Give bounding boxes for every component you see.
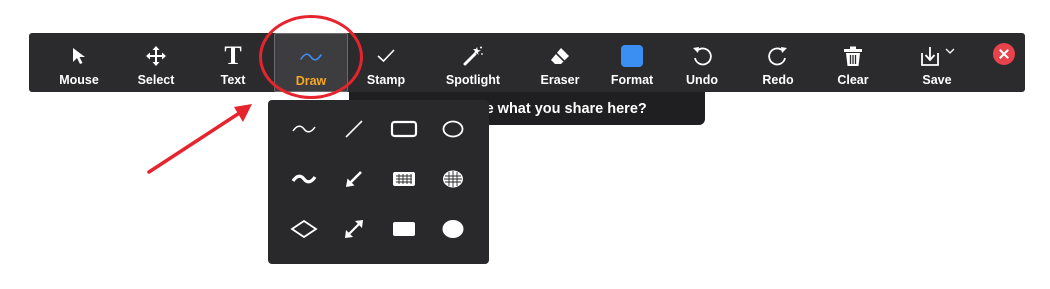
checkmark-icon xyxy=(377,49,395,63)
format-tool-button[interactable]: Format xyxy=(607,33,657,92)
draw-options-panel xyxy=(268,100,489,264)
mouse-tool-button[interactable]: Mouse xyxy=(59,33,99,92)
magic-wand-icon xyxy=(463,46,483,66)
move-icon xyxy=(146,46,166,66)
draw-tool-button[interactable]: Draw xyxy=(274,33,348,92)
mouse-tool-label: Mouse xyxy=(59,73,99,87)
rectangle-filled-icon[interactable] xyxy=(382,210,426,248)
chevron-down-icon[interactable] xyxy=(945,47,955,55)
close-icon[interactable] xyxy=(993,43,1015,65)
ellipse-semi-filled-icon[interactable] xyxy=(431,160,475,198)
rectangle-semi-filled-icon[interactable] xyxy=(382,160,426,198)
trash-icon xyxy=(844,46,862,66)
clear-tool-button[interactable]: Clear xyxy=(835,33,871,92)
text-tool-button[interactable]: T Text xyxy=(218,33,248,92)
draw-squiggle-icon xyxy=(300,53,322,61)
select-tool-button[interactable]: Select xyxy=(134,33,178,92)
save-tool-button[interactable]: Save xyxy=(913,33,961,92)
clear-tool-label: Clear xyxy=(837,73,869,87)
eraser-tool-button[interactable]: Eraser xyxy=(537,33,583,92)
text-icon: T xyxy=(224,41,242,70)
diamond-outline-icon[interactable] xyxy=(282,210,326,248)
mouse-pointer-icon xyxy=(73,48,85,64)
select-tool-label: Select xyxy=(137,73,175,87)
stamp-tool-label: Stamp xyxy=(366,73,406,87)
thin-squiggle-icon[interactable] xyxy=(282,110,326,148)
redo-icon xyxy=(768,47,787,66)
save-download-icon xyxy=(921,47,939,66)
arrow-icon[interactable] xyxy=(332,160,376,198)
redo-tool-label: Redo xyxy=(762,73,794,87)
pointer-arrow-annotation xyxy=(147,104,252,174)
undo-icon xyxy=(693,47,712,66)
eraser-icon xyxy=(551,48,569,64)
text-tool-label: Text xyxy=(220,73,246,87)
draw-tool-label: Draw xyxy=(295,74,327,88)
color-swatch-icon xyxy=(621,45,643,67)
annotation-toolbar: Mouse Select T Text Draw Stamp Spotlight… xyxy=(29,33,1025,92)
format-tool-label: Format xyxy=(610,73,654,87)
undo-tool-button[interactable]: Undo xyxy=(682,33,722,92)
spotlight-tool-button[interactable]: Spotlight xyxy=(442,33,504,92)
rectangle-outline-icon[interactable] xyxy=(382,110,426,148)
thin-line-icon[interactable] xyxy=(332,110,376,148)
ellipse-filled-icon[interactable] xyxy=(431,210,475,248)
eraser-tool-label: Eraser xyxy=(540,73,580,87)
stamp-tool-button[interactable]: Stamp xyxy=(364,33,408,92)
double-arrow-icon[interactable] xyxy=(332,210,376,248)
redo-tool-button[interactable]: Redo xyxy=(758,33,798,92)
spotlight-tool-label: Spotlight xyxy=(445,73,501,87)
undo-tool-label: Undo xyxy=(686,73,718,87)
ellipse-outline-icon[interactable] xyxy=(431,110,475,148)
thick-squiggle-icon[interactable] xyxy=(282,160,326,198)
save-tool-label: Save xyxy=(922,73,952,87)
